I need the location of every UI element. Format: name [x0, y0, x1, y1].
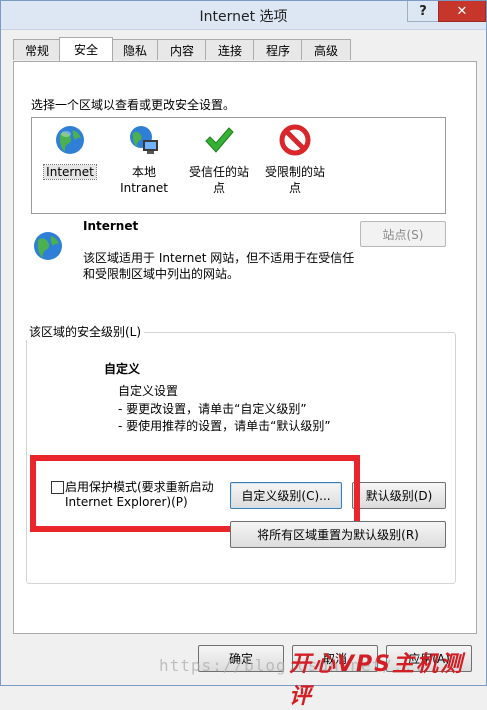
tab-security[interactable]: 安全 — [59, 37, 113, 61]
tab-programs[interactable]: 程序 — [253, 39, 303, 60]
zone-instruction: 选择一个区域以查看或更改安全设置。 — [31, 98, 236, 112]
security-level-line1: 自定义设置 — [118, 384, 179, 398]
selected-zone-globe-icon — [34, 232, 62, 260]
zone-intranet-line1: 本地 — [131, 165, 156, 179]
close-button[interactable]: ✕ — [438, 1, 486, 22]
tab-general[interactable]: 常规 — [13, 39, 61, 60]
security-level-legend: 该区域的安全级别(L) — [26, 323, 145, 340]
globe-icon — [56, 126, 84, 154]
zone-restricted-line1: 受限制的站 — [264, 165, 325, 179]
zone-internet[interactable]: Internet — [34, 124, 106, 180]
zone-restricted-sites[interactable]: 受限制的站 点 — [259, 124, 331, 196]
checkmark-icon — [205, 127, 234, 153]
security-level-name: 自定义 — [104, 362, 141, 376]
zone-list: Internet 本地 Intranet 受信任的站 点 受限制的站 点 — [31, 117, 446, 214]
restricted-icon — [279, 124, 311, 156]
selected-zone-description-1: 该区域适用于 Internet 网站，但不适用于在受信任 — [83, 251, 355, 265]
zone-trusted-line1: 受信任的站 — [188, 165, 249, 179]
tab-content[interactable]: 内容 — [157, 39, 207, 60]
title-bar[interactable]: Internet 选项 ? ✕ — [1, 1, 486, 30]
zone-restricted-line2: 点 — [288, 181, 301, 195]
watermark-brand: 开心VPS主机测评 — [289, 652, 464, 709]
security-tab-panel: 选择一个区域以查看或更改安全设置。 Internet 本地 Intranet 受… — [13, 61, 477, 634]
sites-button[interactable]: 站点(S) — [360, 221, 446, 247]
security-level-line3: - 要使用推荐的设置，请单击“默认级别” — [118, 419, 331, 433]
tab-connections[interactable]: 连接 — [205, 39, 255, 60]
selected-zone-description-2: 和受限制区域中列出的网站。 — [83, 267, 240, 281]
selected-zone-name: Internet — [83, 219, 139, 233]
zone-trusted-sites[interactable]: 受信任的站 点 — [183, 124, 255, 196]
security-level-line2: - 要更改设置，请单击“自定义级别” — [118, 402, 307, 416]
help-button[interactable]: ? — [407, 1, 439, 22]
zone-internet-label: Internet — [43, 164, 97, 180]
intranet-icon — [130, 126, 158, 154]
zone-trusted-line2: 点 — [212, 181, 225, 195]
tab-privacy[interactable]: 隐私 — [111, 39, 159, 60]
zone-intranet-line2: Intranet — [120, 181, 168, 195]
zone-local-intranet[interactable]: 本地 Intranet — [108, 124, 180, 196]
internet-options-window: Internet 选项 ? ✕ 常规 安全 隐私 内容 连接 程序 高级 选择一… — [0, 0, 487, 709]
tab-advanced[interactable]: 高级 — [301, 39, 351, 60]
reset-all-zones-button[interactable]: 将所有区域重置为默认级别(R) — [230, 521, 446, 548]
default-level-button[interactable]: 默认级别(D) — [352, 482, 446, 509]
